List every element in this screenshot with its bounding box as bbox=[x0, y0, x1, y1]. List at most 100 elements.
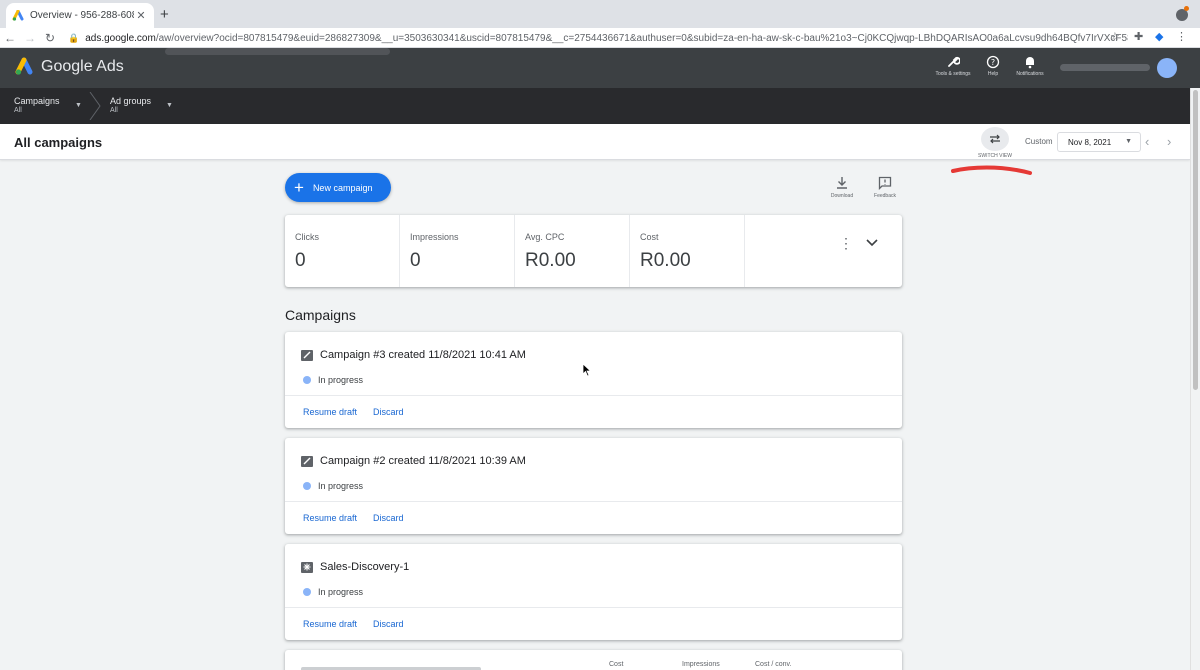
forward-icon[interactable]: → bbox=[20, 31, 40, 45]
breadcrumb-separator-icon bbox=[89, 92, 101, 120]
date-range-label: Custom bbox=[1025, 137, 1053, 146]
metric-value: 0 bbox=[295, 250, 306, 271]
reload-icon[interactable]: ↻ bbox=[40, 31, 60, 45]
blurred-region bbox=[165, 48, 390, 55]
discard-link[interactable]: Discard bbox=[373, 619, 404, 629]
red-annotation-underline bbox=[951, 165, 1032, 175]
resume-draft-link[interactable]: Resume draft bbox=[303, 407, 357, 417]
metric-label: Clicks bbox=[295, 232, 319, 242]
google-ads-brand[interactable]: Google Ads bbox=[14, 57, 124, 77]
cost-metric[interactable]: Cost R0.00 bbox=[630, 215, 745, 287]
google-ads-favicon-icon bbox=[12, 9, 24, 21]
resume-draft-link[interactable]: Resume draft bbox=[303, 619, 357, 629]
campaign-header: Sales-Discovery-1 bbox=[301, 561, 409, 573]
bookmark-star-icon[interactable]: ☆ bbox=[1110, 30, 1120, 43]
brand-name: Google Ads bbox=[41, 58, 124, 75]
avg-cpc-metric[interactable]: Avg. CPC R0.00 bbox=[515, 215, 630, 287]
date-value: Nov 8, 2021 bbox=[1068, 138, 1112, 147]
clicks-metric[interactable]: Clicks 0 bbox=[285, 215, 400, 287]
date-range-selector[interactable]: Nov 8, 2021 ▼ bbox=[1057, 132, 1141, 152]
extensions-icon[interactable]: ✚ bbox=[1134, 30, 1143, 43]
new-tab-button[interactable]: + bbox=[160, 6, 169, 23]
adgroups-scope-value: All bbox=[110, 107, 118, 114]
campaign-draft-card: Campaign #3 created 11/8/2021 10:41 AM I… bbox=[285, 332, 902, 428]
status-text: In progress bbox=[318, 375, 364, 385]
page-title: All campaigns bbox=[14, 135, 103, 150]
chevron-down-icon: ▼ bbox=[166, 102, 173, 109]
avatar[interactable] bbox=[1157, 58, 1177, 78]
download-button[interactable]: Download bbox=[825, 176, 859, 199]
campaign-status: In progress bbox=[303, 481, 363, 491]
url-field[interactable]: 🔒 ads.google.com /aw/overview?ocid=80781… bbox=[68, 29, 1128, 47]
plus-icon: + bbox=[294, 178, 304, 197]
scope-bar: Campaigns All ▼ Ad groups All ▼ bbox=[0, 88, 1190, 124]
performance-summary-card: Clicks 0 Impressions 0 Avg. CPC R0.00 Co… bbox=[285, 215, 902, 287]
notifications-button[interactable]: Notifications bbox=[1010, 55, 1050, 77]
scrollbar-thumb[interactable] bbox=[1193, 90, 1198, 390]
column-header: Impressions bbox=[682, 661, 720, 668]
feedback-icon bbox=[878, 176, 892, 190]
campaigns-scope-label: Campaigns bbox=[14, 96, 60, 106]
divider bbox=[285, 501, 902, 502]
back-icon[interactable]: ← bbox=[0, 31, 20, 45]
adgroups-scope-label: Ad groups bbox=[110, 96, 152, 106]
wrench-icon bbox=[948, 56, 960, 67]
campaigns-section-title: Campaigns bbox=[285, 307, 356, 323]
new-campaign-button[interactable]: + New campaign bbox=[285, 173, 391, 202]
browser-tab[interactable]: Overview - 956-288-6082 - G ✕ bbox=[6, 3, 154, 28]
page-scrollbar[interactable] bbox=[1190, 88, 1200, 670]
lock-icon: 🔒 bbox=[68, 32, 80, 43]
feedback-label: Feedback bbox=[874, 193, 896, 199]
divider bbox=[285, 607, 902, 608]
campaign-status: In progress bbox=[303, 375, 363, 385]
url-host: ads.google.com bbox=[85, 32, 156, 44]
more-options-icon[interactable]: ⋮ bbox=[839, 235, 853, 252]
extension-icon[interactable]: ◆ bbox=[1155, 30, 1163, 43]
campaign-name: Campaign #3 created 11/8/2021 10:41 AM bbox=[320, 349, 526, 361]
feedback-button[interactable]: Feedback bbox=[868, 176, 902, 199]
status-text: In progress bbox=[318, 587, 364, 597]
mouse-cursor-icon bbox=[582, 363, 592, 377]
bell-icon bbox=[1026, 57, 1034, 69]
discard-link[interactable]: Discard bbox=[373, 513, 404, 523]
tools-settings-button[interactable]: Tools & settings bbox=[933, 55, 973, 77]
browser-menu-icon[interactable]: ⋮ bbox=[1176, 30, 1187, 43]
resume-draft-link[interactable]: Resume draft bbox=[303, 513, 357, 523]
metric-label: Avg. CPC bbox=[525, 232, 565, 242]
campaigns-scope-selector[interactable]: Campaigns All ▼ bbox=[14, 96, 82, 116]
account-info-blurred bbox=[1060, 64, 1150, 71]
column-header: Cost / conv. bbox=[755, 661, 792, 668]
campaign-header: Campaign #3 created 11/8/2021 10:41 AM bbox=[301, 349, 526, 361]
previous-period-icon[interactable]: ‹ bbox=[1145, 134, 1149, 149]
campaign-name: Campaign #2 created 11/8/2021 10:39 AM bbox=[320, 455, 526, 467]
metric-value: R0.00 bbox=[640, 250, 691, 271]
metric-value: R0.00 bbox=[525, 250, 576, 271]
browser-profile-icon[interactable] bbox=[1176, 6, 1189, 21]
status-text: In progress bbox=[318, 481, 364, 491]
switch-view-label: SWITCH VIEW bbox=[978, 153, 1012, 159]
help-label: Help bbox=[987, 71, 999, 77]
draft-campaign-icon bbox=[301, 349, 313, 361]
impressions-metric[interactable]: Impressions 0 bbox=[400, 215, 515, 287]
google-ads-logo-icon bbox=[15, 57, 33, 75]
chevron-down-icon[interactable] bbox=[865, 235, 879, 249]
browser-tab-strip: Overview - 956-288-6082 - G ✕ + bbox=[0, 0, 1200, 28]
page-title-bar: All campaigns SWITCH VIEW Custom Nov 8, … bbox=[0, 124, 1190, 160]
switch-view-button[interactable]: SWITCH VIEW bbox=[975, 127, 1015, 159]
chevron-down-icon: ▼ bbox=[75, 102, 82, 109]
status-dot-icon bbox=[303, 376, 311, 384]
campaigns-scope-value: All bbox=[14, 107, 22, 114]
campaign-status: In progress bbox=[303, 587, 363, 597]
metric-label: Impressions bbox=[410, 232, 459, 242]
column-header: Cost bbox=[609, 661, 624, 668]
metric-label: Cost bbox=[640, 232, 659, 242]
help-button[interactable]: ? Help bbox=[973, 55, 1013, 77]
next-period-icon[interactable]: › bbox=[1167, 134, 1171, 149]
divider bbox=[285, 395, 902, 396]
tab-close-icon[interactable]: ✕ bbox=[134, 9, 148, 22]
adgroups-scope-selector[interactable]: Ad groups All ▼ bbox=[110, 96, 173, 116]
url-path: /aw/overview?ocid=807815479&euid=2868273… bbox=[155, 32, 1128, 44]
status-dot-icon bbox=[303, 588, 311, 596]
svg-text:?: ? bbox=[991, 58, 995, 67]
discard-link[interactable]: Discard bbox=[373, 407, 404, 417]
